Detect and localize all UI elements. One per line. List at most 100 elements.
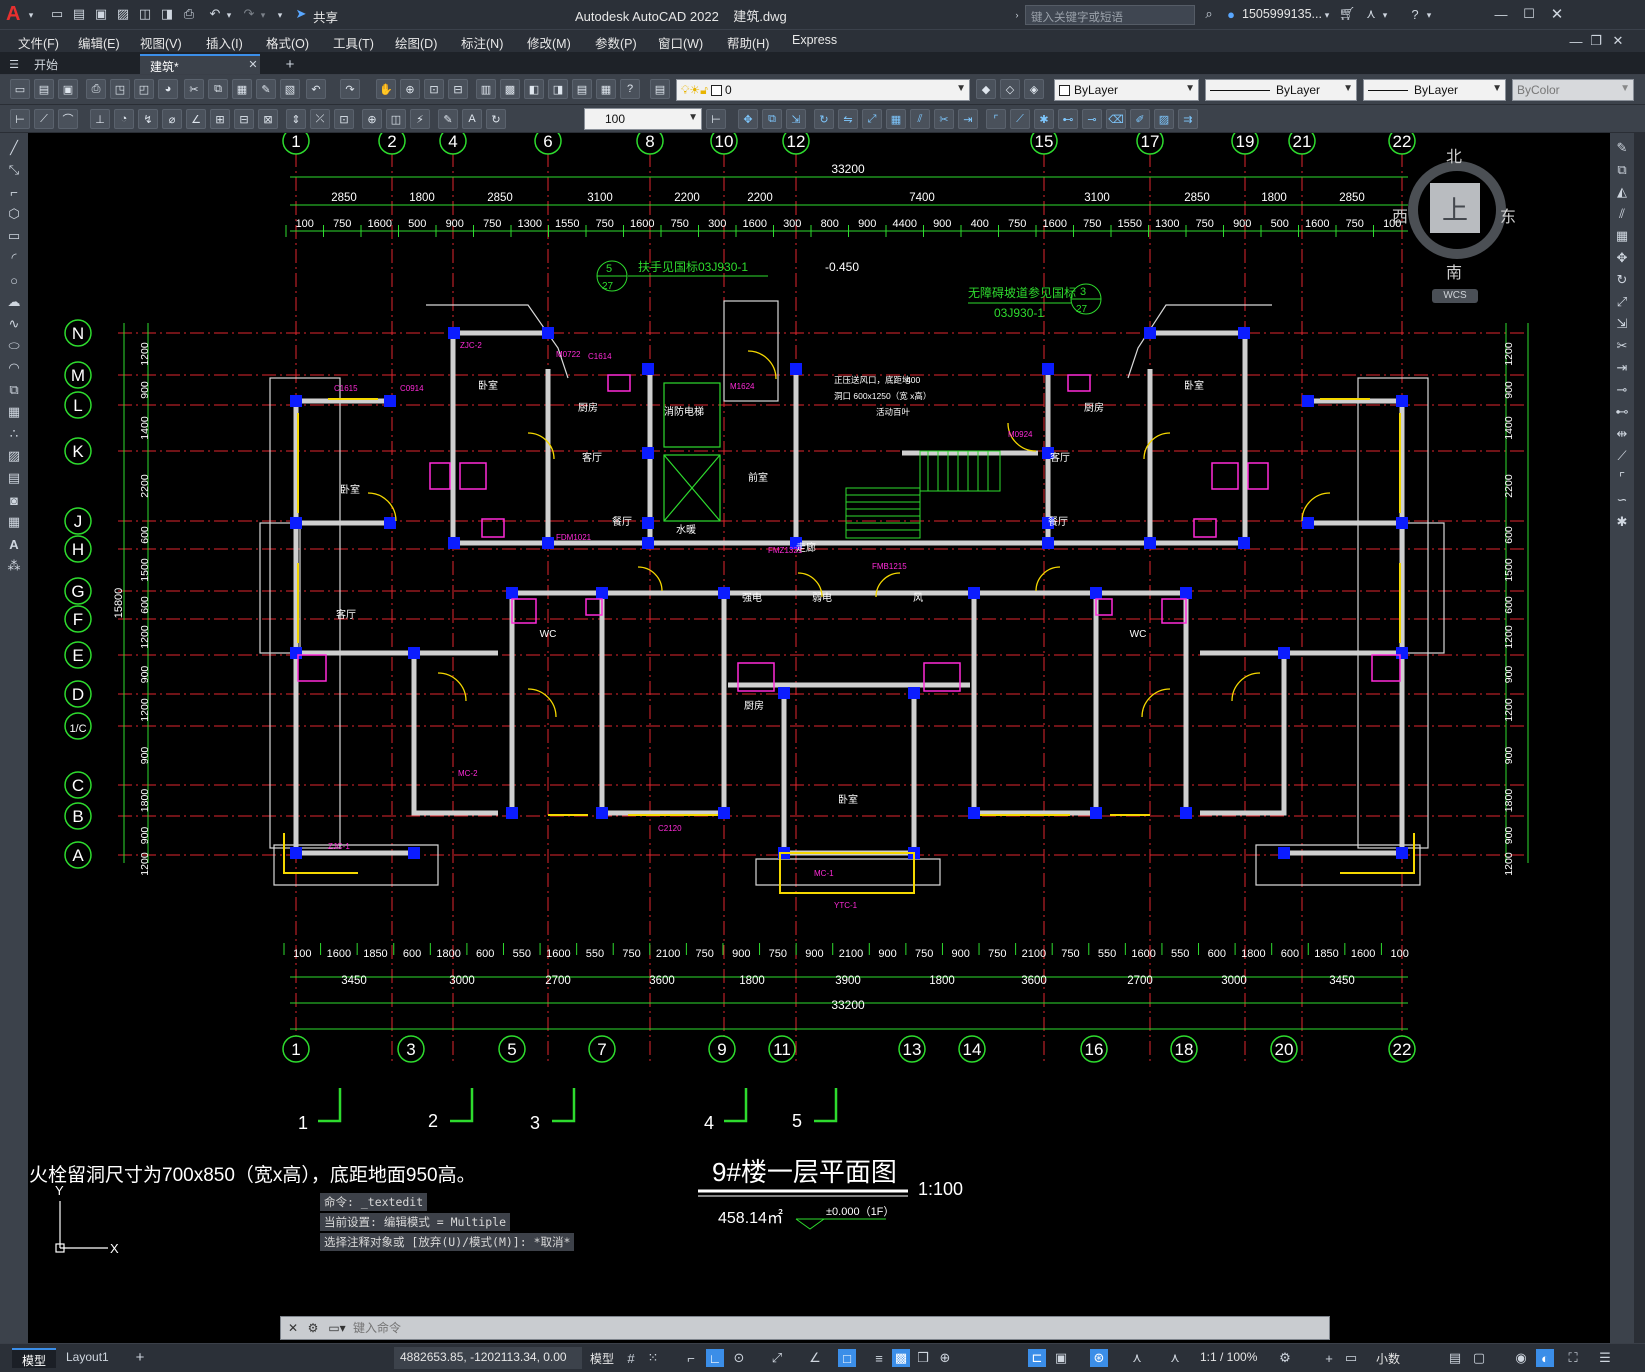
help-chevron-icon[interactable]: ▾ bbox=[1424, 8, 1434, 22]
customization-icon[interactable]: ☰ bbox=[1596, 1349, 1614, 1367]
quick-properties-icon[interactable]: ▤ bbox=[1446, 1349, 1464, 1367]
wcs-menu[interactable]: WCS bbox=[1432, 289, 1478, 303]
gradient-tool-icon[interactable]: ▤ bbox=[5, 469, 23, 487]
user-name[interactable]: 1505999135... bbox=[1242, 7, 1322, 21]
tb-new-icon[interactable]: ▭ bbox=[10, 79, 30, 99]
tb-dimjogged-icon[interactable]: ↯ bbox=[138, 109, 158, 129]
join-tool-icon[interactable]: ⇹ bbox=[1613, 425, 1631, 443]
maximize-icon[interactable]: ☐ bbox=[1518, 5, 1540, 23]
tb-blockeditor-icon[interactable]: ▧ bbox=[280, 79, 300, 99]
spline-tool-icon[interactable]: ∿ bbox=[5, 315, 23, 333]
tb-3dprint-icon[interactable]: ◕ bbox=[158, 79, 178, 99]
scale-tool-icon[interactable]: ⤢ bbox=[1613, 293, 1631, 311]
command-recent-icon[interactable]: ▭▾ bbox=[327, 1320, 347, 1336]
share-label[interactable]: 共享 bbox=[313, 7, 338, 26]
save-as-icon[interactable]: ▨ bbox=[114, 5, 132, 23]
lock-ui-icon[interactable]: ▢ bbox=[1470, 1349, 1488, 1367]
viewcube[interactable]: 上 北 南 东 西 WCS bbox=[1392, 141, 1516, 303]
undo-chevron-icon[interactable]: ▾ bbox=[224, 8, 234, 22]
revcloud-tool-icon[interactable]: ☁︎ bbox=[5, 293, 23, 311]
isolate-objects-icon[interactable]: ◉ bbox=[1512, 1349, 1530, 1367]
menu-modify[interactable]: 修改(M) bbox=[527, 33, 571, 52]
tb-zoom-window-icon[interactable]: ⊡ bbox=[424, 79, 444, 99]
polyline-tool-icon[interactable]: ⌐ bbox=[5, 183, 23, 201]
annotation-monitor-icon[interactable]: + bbox=[1320, 1349, 1338, 1367]
tb-dimbaseline-icon[interactable]: ⊟ bbox=[234, 109, 254, 129]
command-customize-icon[interactable]: ⚙ bbox=[305, 1320, 321, 1336]
ellipse-arc-tool-icon[interactable]: ◠ bbox=[5, 359, 23, 377]
new-file-icon[interactable]: ▭ bbox=[48, 5, 66, 23]
array-tool-icon[interactable]: ▦ bbox=[1613, 227, 1631, 245]
dim-style-combo[interactable]: 100 ▼ bbox=[584, 108, 702, 130]
make-block-tool-icon[interactable]: ▦ bbox=[5, 403, 23, 421]
viewcube-top-face[interactable]: 上 bbox=[1430, 183, 1480, 233]
save-icon[interactable]: ▣ bbox=[92, 5, 110, 23]
mtext-tool-icon[interactable]: A bbox=[5, 535, 23, 553]
viewcube-north[interactable]: 北 bbox=[1446, 143, 1462, 167]
tab-close-icon[interactable]: ✕ bbox=[246, 57, 260, 71]
annotation-scale[interactable]: 1:1 / 100% bbox=[1200, 1350, 1257, 1364]
tb-dimarc-icon[interactable]: ⌒ bbox=[58, 109, 78, 129]
workspace-gear-icon[interactable]: ⚙ bbox=[1276, 1349, 1294, 1367]
tb-layer-previous-icon[interactable]: ◇ bbox=[1000, 79, 1020, 99]
tab-menu-icon[interactable]: ☰ bbox=[6, 56, 22, 72]
tb-pedit-icon[interactable]: ✐ bbox=[1130, 109, 1150, 129]
menu-edit[interactable]: 编辑(E) bbox=[78, 33, 120, 52]
tb-dimradius-icon[interactable]: ◔ bbox=[114, 109, 134, 129]
tb-dimbreak-icon[interactable]: ⤫ bbox=[310, 109, 330, 129]
lineweight-icon[interactable]: ≡ bbox=[870, 1349, 888, 1367]
cart-icon[interactable]: 🛒︎ bbox=[1338, 5, 1356, 23]
web-open-icon[interactable]: ◫ bbox=[136, 5, 154, 23]
tb-save-icon[interactable]: ▣ bbox=[58, 79, 78, 99]
hatch-tool-icon[interactable]: ▨ bbox=[5, 447, 23, 465]
menu-dimension[interactable]: 标注(N) bbox=[461, 33, 503, 52]
viewcube-south[interactable]: 南 bbox=[1446, 259, 1462, 283]
gizmo-icon[interactable]: ⊛ bbox=[1090, 1349, 1108, 1367]
lineweight-combo[interactable]: ByLayer ▼ bbox=[1363, 79, 1506, 101]
grid-icon[interactable]: # bbox=[622, 1349, 640, 1367]
web-save-icon[interactable]: ◨ bbox=[158, 5, 176, 23]
blend-tool-icon[interactable]: ∽ bbox=[1613, 491, 1631, 509]
print-icon[interactable]: ⎙ bbox=[180, 5, 198, 23]
osnap-icon[interactable]: □ bbox=[838, 1349, 856, 1367]
tb-copy-icon[interactable]: ⧉ bbox=[208, 79, 228, 99]
menu-express[interactable]: Express bbox=[792, 33, 837, 47]
tb-dimtedit-icon[interactable]: A bbox=[462, 109, 482, 129]
menu-help[interactable]: 帮助(H) bbox=[727, 33, 769, 52]
linetype-combo[interactable]: ByLayer ▼ bbox=[1205, 79, 1357, 101]
tb-rotate-icon[interactable]: ↻ bbox=[814, 109, 834, 129]
tb-dimdiameter-icon[interactable]: ⌀ bbox=[162, 109, 182, 129]
ortho-icon[interactable]: ∟ bbox=[706, 1349, 724, 1367]
break-tool-icon[interactable]: ⊷ bbox=[1613, 403, 1631, 421]
tb-array-icon[interactable]: ▦ bbox=[886, 109, 906, 129]
tb-inspect-icon[interactable]: ◫ bbox=[386, 109, 406, 129]
user-chevron-icon[interactable]: ▾ bbox=[1322, 8, 1332, 22]
units-icon[interactable]: ▭ bbox=[1342, 1349, 1360, 1367]
tb-align-icon[interactable]: ⇉ bbox=[1178, 109, 1198, 129]
selection-filter-icon[interactable]: ▣ bbox=[1052, 1349, 1070, 1367]
viewcube-west[interactable]: 西 bbox=[1392, 203, 1408, 227]
arc-tool-icon[interactable]: ◜ bbox=[5, 249, 23, 267]
tb-paste-icon[interactable]: ▦ bbox=[232, 79, 252, 99]
menu-parametric[interactable]: 参数(P) bbox=[595, 33, 637, 52]
transparency-icon[interactable]: ▩ bbox=[892, 1349, 910, 1367]
search-input[interactable]: 键入关键字或短语 bbox=[1025, 5, 1195, 25]
drawing-canvas[interactable]: 1 2 4 6 8 10 12 15 17 19 21 22 1 3 5 7 9 11 13 14 16 18 20 22 N M… bbox=[28, 133, 1610, 1343]
fillet-tool-icon[interactable]: ⌜ bbox=[1613, 469, 1631, 487]
tb-plot-icon[interactable]: ⎙ bbox=[86, 79, 106, 99]
ellipse-tool-icon[interactable]: ⬭ bbox=[5, 337, 23, 355]
trim-tool-icon[interactable]: ✂ bbox=[1613, 337, 1631, 355]
tb-centermark-icon[interactable]: ⊕ bbox=[362, 109, 382, 129]
command-close-icon[interactable]: ✕ bbox=[285, 1320, 301, 1336]
search-icon[interactable]: ⌕ bbox=[1200, 5, 1218, 23]
tb-tolerance-icon[interactable]: ⊡ bbox=[334, 109, 354, 129]
polar-icon[interactable]: ⊙ bbox=[730, 1349, 748, 1367]
break-point-tool-icon[interactable]: ⊸ bbox=[1613, 381, 1631, 399]
move-tool-icon[interactable]: ✥ bbox=[1613, 249, 1631, 267]
doc-restore-icon[interactable]: ❐ bbox=[1588, 33, 1604, 49]
tab-start[interactable]: 开始 bbox=[24, 54, 126, 74]
tb-undo-icon[interactable]: ↶ bbox=[306, 79, 326, 99]
tb-hatchedit-icon[interactable]: ▨ bbox=[1154, 109, 1174, 129]
tb-sheetset-icon[interactable]: ◨ bbox=[548, 79, 568, 99]
tb-stretch-icon[interactable]: ⇲ bbox=[786, 109, 806, 129]
